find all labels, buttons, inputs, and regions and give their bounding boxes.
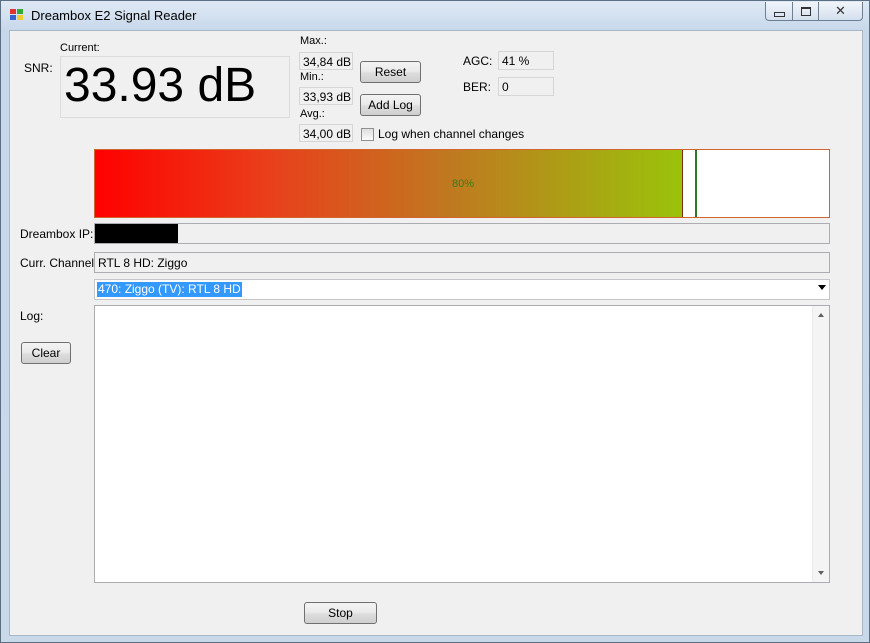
current-channel-label: Curr. Channel:	[20, 256, 98, 270]
signal-meter: 80%	[94, 149, 830, 218]
log-label: Log:	[20, 309, 44, 323]
restore-icon	[800, 6, 811, 16]
minimize-icon	[773, 11, 785, 17]
maximize-button[interactable]	[793, 2, 819, 21]
window-title: Dreambox E2 Signal Reader	[31, 8, 197, 23]
channel-select[interactable]: 470: Ziggo (TV): RTL 8 HD	[94, 279, 830, 300]
channel-select-value: 470: Ziggo (TV): RTL 8 HD	[97, 282, 242, 297]
snr-current-value: 33.93 dB	[64, 59, 257, 112]
ber-value: 0	[498, 77, 554, 96]
scroll-down-icon[interactable]	[818, 571, 824, 575]
add-log-button[interactable]: Add Log	[360, 94, 421, 116]
chevron-down-icon[interactable]	[818, 285, 826, 290]
current-channel-field: RTL 8 HD: Ziggo	[94, 252, 830, 273]
log-on-change-checkbox[interactable]	[361, 128, 374, 141]
close-button[interactable]: ✕	[819, 2, 863, 21]
title-bar[interactable]: Dreambox E2 Signal Reader ✕	[1, 1, 869, 30]
avg-label: Avg.:	[300, 108, 325, 120]
min-value: 33,93 dB	[299, 87, 353, 105]
max-value: 34,84 dB	[299, 52, 353, 70]
app-window: Dreambox E2 Signal Reader ✕ SNR: Current…	[0, 0, 870, 643]
current-channel-value: RTL 8 HD: Ziggo	[98, 256, 188, 270]
min-label: Min.:	[300, 71, 324, 83]
stop-button[interactable]: Stop	[304, 602, 377, 624]
max-label: Max.:	[300, 35, 327, 47]
scroll-up-icon[interactable]	[818, 313, 824, 317]
agc-label: AGC:	[463, 54, 493, 68]
snr-label: SNR:	[24, 61, 53, 75]
dreambox-ip-field[interactable]	[94, 223, 830, 244]
ber-label: BER:	[463, 80, 492, 94]
minimize-button[interactable]	[765, 2, 793, 21]
close-icon: ✕	[835, 3, 846, 18]
avg-value: 34,00 dB	[299, 124, 353, 142]
snr-display: 33.93 dB	[60, 56, 290, 118]
clear-button[interactable]: Clear	[21, 342, 71, 364]
dreambox-ip-redacted	[95, 224, 178, 243]
log-textarea[interactable]	[94, 305, 830, 583]
agc-value: 41 %	[498, 51, 554, 70]
app-icon	[10, 9, 24, 21]
reset-button[interactable]: Reset	[360, 61, 421, 83]
log-on-change-label[interactable]: Log when channel changes	[378, 127, 524, 141]
log-scrollbar[interactable]	[812, 306, 829, 582]
signal-meter-percent: 80%	[451, 178, 475, 190]
client-area: SNR: Current: 33.93 dB Max.: 34,84 dB Mi…	[9, 30, 863, 636]
current-label: Current:	[60, 42, 100, 54]
dreambox-ip-label: Dreambox IP:	[20, 227, 94, 241]
